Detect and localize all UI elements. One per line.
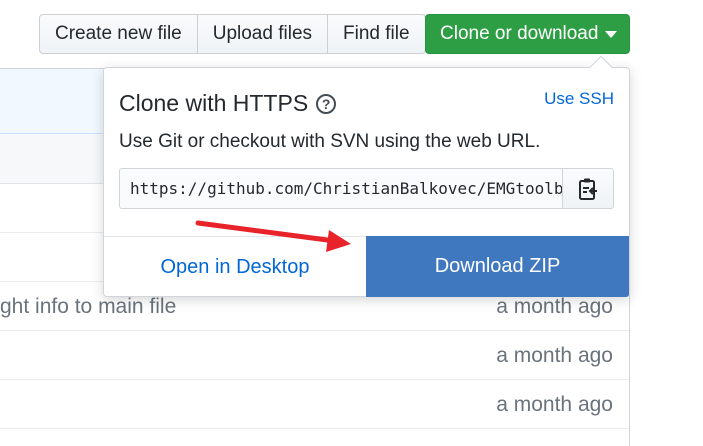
clone-or-download-label: Clone or download: [440, 23, 599, 44]
clone-dropdown: Clone with HTTPS ? Use SSH Use Git or ch…: [103, 55, 630, 297]
table-row[interactable]: a month ago: [0, 331, 629, 380]
popover-arrow: [589, 55, 613, 79]
file-actions-group: Create new file Upload files Find file: [39, 14, 426, 54]
clone-description: Use Git or checkout with SVN using the w…: [119, 131, 541, 152]
copy-url-button[interactable]: [562, 168, 614, 209]
find-file-button[interactable]: Find file: [327, 14, 426, 54]
clone-or-download-button[interactable]: Clone or download: [425, 14, 630, 54]
clone-url-input[interactable]: https://github.com/ChristianBalkovec/EMG…: [119, 168, 562, 209]
clone-title: Clone with HTTPS ?: [119, 90, 337, 117]
download-zip-button[interactable]: Download ZIP: [366, 236, 629, 297]
commit-age: a month ago: [496, 393, 613, 416]
table-row[interactable]: a month ago: [0, 380, 629, 429]
upload-files-button[interactable]: Upload files: [196, 14, 329, 54]
clone-url-group: https://github.com/ChristianBalkovec/EMG…: [119, 168, 614, 209]
clone-footer: Open in Desktop Download ZIP: [104, 236, 629, 297]
use-ssh-link[interactable]: Use SSH: [544, 89, 614, 109]
question-circle-icon[interactable]: ?: [316, 93, 337, 114]
annotation-arrow-icon: [195, 220, 351, 252]
caret-down-icon: [605, 30, 618, 38]
clipboard-icon: [579, 178, 597, 200]
create-new-file-button[interactable]: Create new file: [39, 14, 198, 54]
commit-age: a month ago: [496, 344, 613, 367]
clone-title-text: Clone with HTTPS: [119, 90, 309, 116]
